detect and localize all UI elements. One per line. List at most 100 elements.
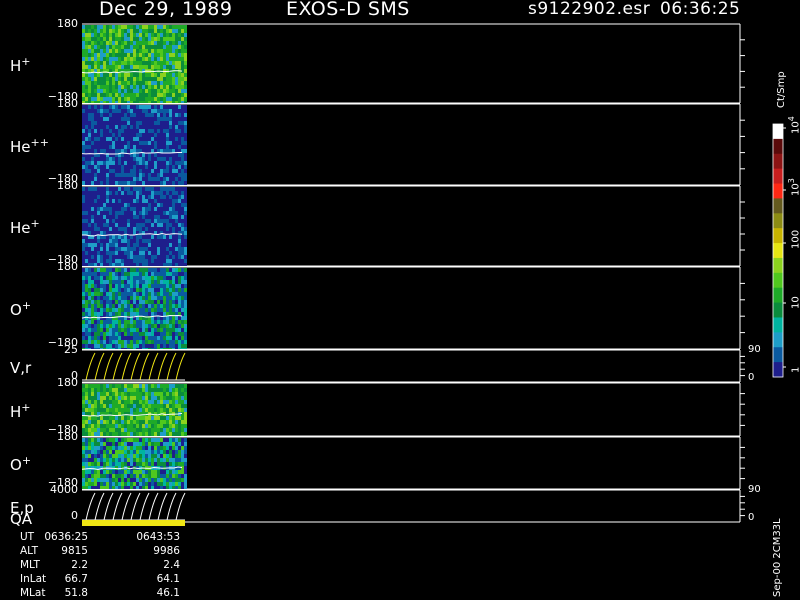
spectrogram-cell <box>184 442 187 446</box>
spectrogram-cell <box>133 344 136 348</box>
spectrogram-cell <box>181 276 184 280</box>
spectrogram-cell <box>94 312 97 316</box>
spectrogram-cell <box>154 404 157 408</box>
spectrogram-cell <box>91 340 94 344</box>
spectrogram-cell <box>157 165 160 169</box>
spectrogram-cell <box>160 153 163 157</box>
spectrogram-cell <box>178 165 181 169</box>
spectrogram-cell <box>91 462 94 466</box>
spectrogram-cell <box>100 432 103 436</box>
spectrogram-cell <box>184 207 187 211</box>
panel-label: O+ <box>10 300 31 318</box>
spectrogram-cell <box>118 29 121 33</box>
spectrogram-cell <box>103 432 106 436</box>
spectrogram-cell <box>181 336 184 340</box>
spectrogram-cell <box>154 77 157 81</box>
spectrogram-cell <box>121 259 124 263</box>
spectrogram-cell <box>94 470 97 474</box>
spectrogram-cell <box>184 466 187 470</box>
spectrogram-cell <box>169 300 172 304</box>
y-tick-top: 180 <box>57 376 78 389</box>
spectrogram-cell <box>85 296 88 300</box>
spectrogram-cell <box>181 177 184 181</box>
spectrogram-cell <box>178 296 181 300</box>
spectrogram-cell <box>139 300 142 304</box>
spectrogram-cell <box>130 69 133 73</box>
spectrogram-cell <box>124 173 127 177</box>
spectrogram-cell <box>169 187 172 191</box>
spectrogram-cell <box>148 25 151 29</box>
spectrogram-cell <box>112 57 115 61</box>
spectrogram-cell <box>175 195 178 199</box>
spectrogram-cell <box>118 432 121 436</box>
spectrogram-cell <box>115 77 118 81</box>
spectrogram-cell <box>94 272 97 276</box>
spectrogram-cell <box>106 129 109 133</box>
spectrogram-cell <box>103 312 106 316</box>
spectrogram-cell <box>145 478 148 482</box>
spectrogram-cell <box>136 85 139 89</box>
spectrogram-cell <box>91 392 94 396</box>
panel-label-sup: + <box>21 400 31 414</box>
spectrogram-cell <box>166 49 169 53</box>
spectrogram-cell <box>100 215 103 219</box>
spectrogram-cell <box>145 219 148 223</box>
spectrogram-cell <box>127 332 130 336</box>
spectrogram-cell <box>121 69 124 73</box>
spectrogram-cell <box>121 101 124 103</box>
spectrogram-cell <box>82 109 85 113</box>
spectrogram-cell <box>160 145 163 149</box>
spectrogram-cell <box>106 450 109 454</box>
spectrogram-cell <box>127 191 130 195</box>
spectrogram-cell <box>112 438 115 442</box>
spectrogram-cell <box>118 486 121 489</box>
spectrogram-cell <box>106 145 109 149</box>
spectrogram-cell <box>121 340 124 344</box>
spectrogram-cell <box>175 187 178 191</box>
spectrogram-cell <box>160 157 163 161</box>
spectrogram-cell <box>103 101 106 103</box>
spectrogram-cell <box>181 191 184 195</box>
spectrogram-cell <box>178 251 181 255</box>
spectrogram-cell <box>88 73 91 77</box>
spectrogram-cell <box>136 388 139 392</box>
spectrogram-cell <box>139 173 142 177</box>
spectrogram-cell <box>97 442 100 446</box>
spectrogram-cell <box>124 61 127 65</box>
spectrogram-cell <box>106 41 109 45</box>
spectrogram-cell <box>139 77 142 81</box>
spectrogram-cell <box>133 320 136 324</box>
spectrogram-cell <box>169 340 172 344</box>
spectrogram-cell <box>106 404 109 408</box>
spectrogram-cell <box>109 93 112 97</box>
spectrogram-cell <box>121 125 124 129</box>
spectrogram-cell <box>85 268 88 272</box>
spectrogram-cell <box>85 45 88 49</box>
spectrogram-cell <box>148 125 151 129</box>
spectrogram-cell <box>112 93 115 97</box>
spectrogram-cell <box>115 169 118 173</box>
spectrogram-cell <box>139 332 142 336</box>
spectrogram-cell <box>124 97 127 101</box>
spectrogram-cell <box>97 105 100 109</box>
spectrogram-cell <box>88 207 91 211</box>
spectrogram-cell <box>85 458 88 462</box>
spectrogram-cell <box>160 284 163 288</box>
spectrogram-cell <box>106 486 109 489</box>
spectrogram-cell <box>97 157 100 161</box>
spectrogram-cell <box>118 438 121 442</box>
spectrogram-cell <box>130 424 133 428</box>
spectrogram-cell <box>166 41 169 45</box>
spectrogram-cell <box>85 57 88 61</box>
spectrogram-cell <box>136 129 139 133</box>
spectrogram-cell <box>172 235 175 239</box>
spectrogram-cell <box>121 211 124 215</box>
spectrogram-cell <box>91 251 94 255</box>
spectrogram-cell <box>82 227 85 231</box>
spectrogram-cell <box>139 292 142 296</box>
spectrogram-cell <box>121 478 124 482</box>
spectrogram-cell <box>82 324 85 328</box>
spectrogram-cell <box>142 239 145 243</box>
spectrogram-cell <box>166 388 169 392</box>
spectrogram-cell <box>148 284 151 288</box>
